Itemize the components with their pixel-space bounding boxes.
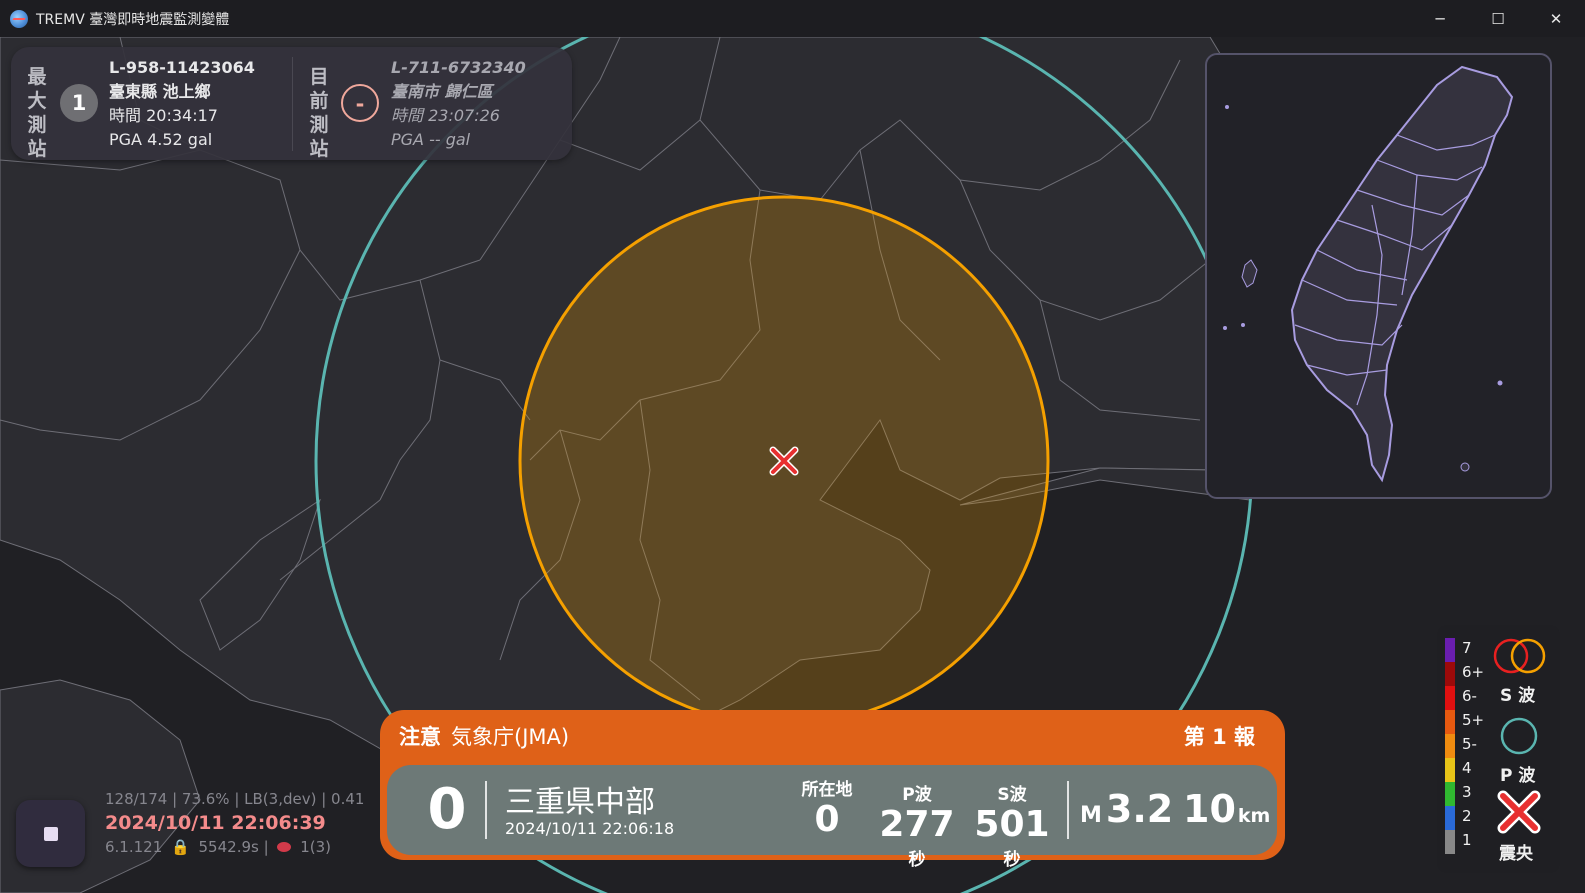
s-wave-legend-label: S 波	[1500, 686, 1536, 706]
max-station-info[interactable]: L-958-11423064 臺東縣 池上鄉 時間 20:34:17 PGA 4…	[109, 56, 255, 152]
current-station-intensity-badge: -	[341, 84, 379, 122]
local-intensity-label: 所在地	[801, 780, 853, 800]
eew-location: 三重県中部	[505, 785, 655, 820]
magnitude-value: 3.2	[1105, 787, 1174, 831]
intensity-scale-item: 4	[1445, 758, 1505, 782]
legend-panel: 7 6+ 6- 5+ 5- 4 3 2 1 S 波 P 波 震央	[1437, 625, 1560, 873]
eew-body: 0 三重県中部 2024/10/11 22:06:18 所在地 0 P波 277…	[387, 765, 1277, 870]
title-bar: TREMV 臺灣即時地震監測變體 ─ ☐ ✕	[0, 0, 1585, 37]
eew-divider	[485, 781, 487, 839]
intensity-scale-item: 5-	[1445, 734, 1505, 758]
max-station-time: 時間 20:34:17	[109, 106, 218, 125]
eew-header: 注意 気象庁(JMA)	[399, 721, 569, 751]
scale-label: 1	[1462, 831, 1472, 849]
status-line-version: 6.1.121 🔒 5542.9s | 1(3)	[105, 835, 364, 859]
scale-color-bar	[1445, 638, 1455, 662]
scale-color-bar	[1445, 758, 1455, 782]
eew-intensity: 0	[427, 777, 467, 842]
scale-label: 3	[1462, 783, 1472, 801]
connection-icon	[277, 842, 292, 852]
status-current-time: 2024/10/11 22:06:39	[105, 812, 326, 834]
scale-color-bar	[1445, 806, 1455, 830]
s-wave-seconds: 501	[974, 804, 1050, 845]
scale-color-bar	[1445, 830, 1455, 854]
s-wave-label: S波	[997, 785, 1027, 805]
depth-value: 10	[1183, 787, 1236, 831]
current-station-location: 臺南市 歸仁區	[391, 82, 493, 101]
max-station-intensity-badge: 1	[60, 84, 98, 122]
minimize-button[interactable]: ─	[1411, 0, 1469, 37]
stop-icon	[43, 826, 58, 841]
magnitude-prefix: M	[1080, 803, 1102, 828]
version-text: 6.1.121	[105, 838, 163, 856]
eew-depth: 10 km	[1183, 787, 1270, 831]
scale-label: 5+	[1462, 711, 1485, 729]
max-station-id: L-958-11423064	[109, 58, 255, 77]
epicenter-legend-icon	[1497, 790, 1541, 834]
scale-label: 2	[1462, 807, 1472, 825]
s-wave-legend-icon	[1493, 638, 1546, 674]
stop-button[interactable]	[16, 800, 85, 867]
taiwan-island	[1290, 65, 1514, 483]
max-station-pga: PGA 4.52 gal	[109, 130, 213, 149]
taiwan-minimap[interactable]	[1205, 53, 1552, 499]
scale-label: 6+	[1462, 663, 1485, 681]
close-button[interactable]: ✕	[1527, 0, 1585, 37]
current-station-pga: PGA -- gal	[391, 130, 471, 149]
p-wave-label: P波	[902, 785, 932, 805]
status-info: 128/174 | 73.6% | LB(3,dev) | 0.41 2024/…	[105, 787, 364, 859]
eew-divider	[1067, 781, 1069, 839]
eew-local-intensity: 所在地 0	[792, 775, 862, 840]
eew-p-wave-countdown: P波 277 秒	[872, 780, 962, 870]
intensity-scale-item: 6-	[1445, 686, 1505, 710]
scale-label: 4	[1462, 759, 1472, 777]
maximize-button[interactable]: ☐	[1469, 0, 1527, 37]
uptime-text: 5542.9s |	[198, 838, 269, 856]
station-divider	[292, 57, 293, 151]
window-title: TREMV 臺灣即時地震監測變體	[36, 11, 230, 28]
eew-source: 気象庁(JMA)	[451, 725, 570, 749]
current-station-label: 目 前 測 站	[309, 66, 329, 160]
local-intensity-value: 0	[814, 799, 840, 840]
scale-color-bar	[1445, 710, 1455, 734]
app-logo-icon	[10, 9, 28, 28]
current-station-info[interactable]: L-711-6732340 臺南市 歸仁區 時間 23:07:26 PGA --…	[391, 56, 526, 152]
scale-color-bar	[1445, 734, 1455, 758]
p-wave-legend-label: P 波	[1500, 766, 1536, 786]
intensity-scale-item: 5+	[1445, 710, 1505, 734]
max-station-location: 臺東縣 池上鄉	[109, 82, 211, 101]
current-station-time: 時間 23:07:26	[391, 106, 500, 125]
eew-report-number: 第 1 報	[1183, 725, 1255, 749]
connection-count: 1(3)	[300, 838, 331, 856]
station-panel: 最 大 測 站 1 L-958-11423064 臺東縣 池上鄉 時間 20:3…	[11, 47, 572, 160]
scale-label: 7	[1462, 639, 1472, 657]
lock-icon: 🔒	[171, 838, 190, 856]
status-line-stats: 128/174 | 73.6% | LB(3,dev) | 0.41	[105, 790, 365, 808]
depth-unit: km	[1237, 805, 1271, 827]
epicenter-legend-label: 震央	[1499, 844, 1533, 864]
s-wave-unit: 秒	[1003, 850, 1021, 870]
current-station-id: L-711-6732340	[391, 58, 526, 77]
eew-time: 2024/10/11 22:06:18	[505, 819, 675, 838]
eew-level: 注意	[399, 725, 441, 749]
p-wave-seconds: 277	[879, 804, 955, 845]
scale-label: 6-	[1462, 687, 1477, 705]
scale-color-bar	[1445, 662, 1455, 686]
scale-color-bar	[1445, 782, 1455, 806]
eew-s-wave-countdown: S波 501 秒	[967, 780, 1057, 870]
eew-magnitude: M 3.2	[1080, 787, 1173, 831]
p-wave-unit: 秒	[908, 850, 926, 870]
p-wave-legend-icon	[1500, 717, 1538, 755]
taiwan-map	[1223, 65, 1514, 483]
max-station-label: 最 大 測 站	[27, 66, 47, 160]
eew-card[interactable]: 注意 気象庁(JMA) 第 1 報 0 三重県中部 2024/10/11 22:0…	[380, 710, 1285, 870]
window-controls: ─ ☐ ✕	[1411, 0, 1585, 37]
scale-label: 5-	[1462, 735, 1477, 753]
scale-color-bar	[1445, 686, 1455, 710]
